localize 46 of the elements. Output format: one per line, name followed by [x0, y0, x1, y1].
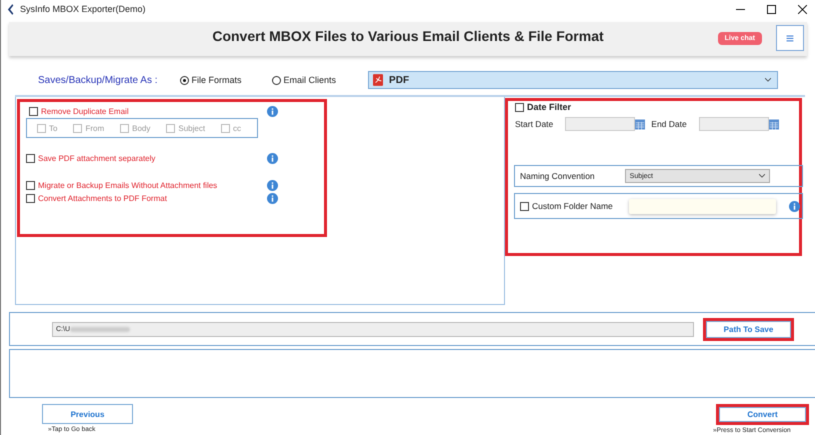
start-date-label: Start Date: [515, 119, 554, 129]
path-to-save-button[interactable]: Path To Save: [706, 320, 791, 338]
format-value: PDF: [389, 74, 410, 86]
option-label: Remove Duplicate Email: [41, 107, 129, 116]
criteria-checkbox[interactable]: To: [37, 124, 58, 132]
option-label: Convert Attachments to PDF Format: [38, 194, 167, 203]
info-icon[interactable]: [267, 180, 278, 191]
app-logo-icon: [7, 4, 16, 14]
custom-folder-label: Custom Folder Name: [532, 201, 613, 211]
blurred-text: [70, 326, 130, 332]
criteria-checkbox[interactable]: From: [73, 124, 104, 132]
format-dropdown[interactable]: PDF: [368, 71, 778, 89]
date-filter-label: Date Filter: [527, 102, 572, 112]
calendar-icon[interactable]: [635, 118, 646, 130]
save-as-label: Saves/Backup/Migrate As :: [38, 74, 158, 86]
checkbox[interactable]: [26, 154, 35, 163]
info-icon[interactable]: [789, 200, 800, 212]
checkbox[interactable]: [26, 181, 35, 190]
info-icon[interactable]: [267, 106, 278, 117]
calendar-icon[interactable]: [768, 118, 779, 130]
maximize-icon[interactable]: [767, 4, 776, 14]
end-date-label: End Date: [651, 119, 687, 129]
option-label: Save PDF attachment separately: [38, 154, 156, 163]
criteria-checkbox[interactable]: Subject: [166, 124, 206, 132]
convert-button[interactable]: Convert: [719, 407, 806, 422]
date-field[interactable]: [698, 117, 769, 131]
menu-button[interactable]: ≡: [776, 25, 804, 51]
radio-option[interactable]: File Formats: [180, 75, 242, 85]
option-label: Migrate or Backup Emails Without Attachment files: [38, 181, 218, 190]
header-title: Convert MBOX Files to Various Email Clients & File Format: [212, 28, 604, 44]
info-icon[interactable]: [267, 193, 278, 204]
radio-option[interactable]: Email Clients: [272, 75, 336, 85]
previous-button[interactable]: Previous: [42, 404, 133, 424]
pdf-icon: [373, 74, 384, 86]
date-field[interactable]: [565, 117, 636, 131]
close-icon[interactable]: [798, 4, 807, 14]
checkbox[interactable]: [29, 107, 38, 116]
checkbox[interactable]: [515, 102, 524, 112]
naming-convention-label: Naming Convention: [520, 171, 595, 181]
criteria-checkbox[interactable]: Body: [120, 124, 150, 132]
criteria-checkbox[interactable]: cc: [221, 124, 242, 132]
info-icon[interactable]: [267, 153, 278, 164]
checkbox[interactable]: [520, 202, 529, 210]
window-title: SysInfo MBOX Exporter(Demo): [20, 4, 146, 14]
folder-name-field[interactable]: [628, 198, 776, 214]
checkbox[interactable]: [26, 194, 35, 203]
